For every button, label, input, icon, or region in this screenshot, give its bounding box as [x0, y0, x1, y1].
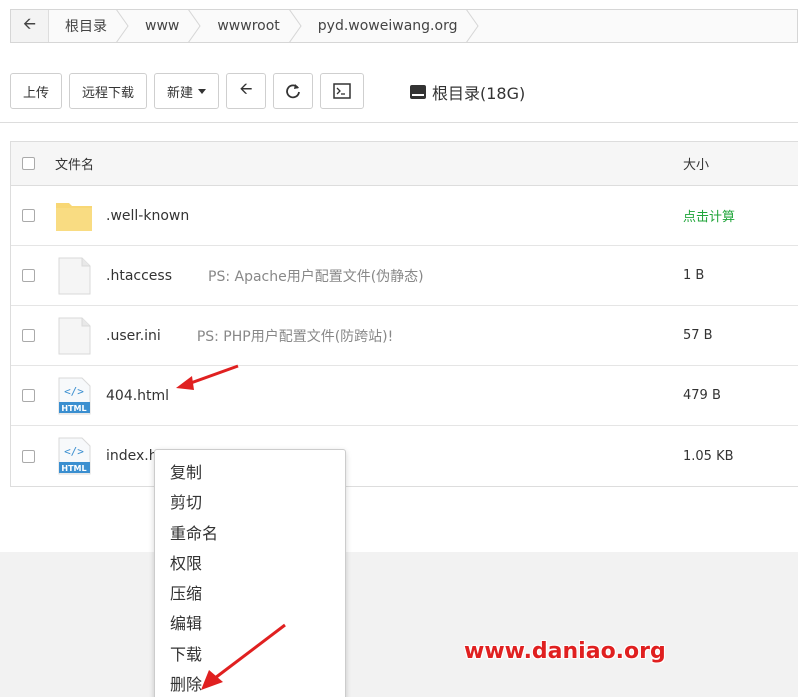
table-row[interactable]: .user.ini PS: PHP用户配置文件(防跨站)! 57 B — [11, 306, 798, 366]
file-size: 479 B — [683, 388, 721, 403]
menu-item-download[interactable]: 下载 — [155, 640, 345, 670]
menu-item-compress[interactable]: 压缩 — [155, 579, 345, 609]
row-checkbox[interactable] — [22, 269, 35, 282]
file-table: 文件名 大小 .well-known 点击计算 .htaccess PS: Ap… — [10, 141, 798, 487]
file-name[interactable]: .user.ini — [106, 328, 161, 344]
svg-text:HTML: HTML — [61, 404, 86, 413]
menu-item-delete[interactable]: 删除 — [155, 670, 345, 697]
file-note: PS: PHP用户配置文件(防跨站)! — [196, 328, 394, 345]
disk-info: 根目录(18G) — [410, 80, 525, 104]
file-toolbar: 上传 远程下载 新建 🡨 — [10, 73, 371, 109]
menu-item-copy[interactable]: 复制 — [155, 458, 345, 488]
file-size: 1 B — [683, 268, 705, 283]
file-size: 1.05 KB — [683, 448, 734, 464]
new-dropdown-button[interactable]: 新建 — [154, 73, 220, 109]
table-row[interactable]: </> HTML index.html 1.05 KB — [11, 426, 798, 486]
breadcrumb-item-wwwroot[interactable]: wwwroot — [201, 10, 302, 42]
watermark: www.daniao.org — [464, 639, 666, 664]
breadcrumb-separator-icon — [288, 10, 302, 42]
file-icon — [58, 257, 91, 294]
menu-item-cut[interactable]: 剪切 — [155, 488, 345, 518]
terminal-icon — [333, 83, 351, 99]
breadcrumb-separator-icon — [466, 10, 480, 42]
file-icon — [58, 317, 91, 354]
breadcrumb-item-site[interactable]: pyd.woweiwang.org — [301, 10, 480, 42]
menu-item-rename[interactable]: 重命名 — [155, 519, 345, 549]
file-size: 57 B — [683, 328, 713, 343]
refresh-button[interactable] — [273, 73, 314, 109]
table-row[interactable]: .htaccess PS: Apache用户配置文件(伪静态) 1 B — [11, 246, 798, 306]
disk-label: 根目录(18G) — [432, 84, 526, 103]
remote-download-button[interactable]: 远程下载 — [69, 73, 148, 109]
page-background — [0, 552, 798, 697]
header-filename: 文件名 — [55, 158, 95, 173]
breadcrumb-label: www — [145, 18, 180, 34]
file-name[interactable]: .well-known — [106, 208, 189, 224]
back-arrow-icon: 🡨 — [239, 78, 253, 98]
context-menu: 复制 剪切 重命名 权限 压缩 编辑 下载 删除 — [154, 449, 346, 697]
breadcrumb-separator-icon — [116, 10, 129, 42]
svg-text:</>: </> — [64, 385, 84, 398]
menu-item-permission[interactable]: 权限 — [155, 549, 345, 579]
svg-text:HTML: HTML — [61, 464, 86, 473]
folder-icon — [56, 202, 92, 231]
row-checkbox[interactable] — [22, 329, 35, 342]
svg-text:</>: </> — [64, 445, 84, 458]
hard-drive-icon — [410, 85, 426, 99]
upload-button[interactable]: 上传 — [10, 73, 63, 109]
breadcrumb: 🡨 根目录 www wwwroot pyd.woweiwang.org — [10, 9, 798, 43]
table-row[interactable]: </> HTML 404.html 479 B — [11, 366, 798, 426]
html-file-icon: </> HTML — [58, 377, 91, 414]
row-checkbox[interactable] — [22, 209, 35, 222]
back-arrow-icon[interactable]: 🡨 — [11, 10, 49, 42]
breadcrumb-label: 根目录 — [65, 19, 107, 35]
table-row[interactable]: .well-known 点击计算 — [11, 186, 798, 246]
breadcrumb-item-root[interactable]: 根目录 — [49, 10, 129, 42]
terminal-button[interactable] — [320, 73, 365, 109]
breadcrumb-separator-icon — [188, 10, 201, 42]
header-size: 大小 — [683, 158, 710, 173]
breadcrumb-label: pyd.woweiwang.org — [317, 18, 458, 34]
caret-down-icon — [198, 88, 207, 94]
row-checkbox[interactable] — [22, 449, 35, 463]
calculate-size-link[interactable]: 点击计算 — [683, 206, 798, 225]
row-checkbox[interactable] — [22, 389, 35, 402]
go-back-button[interactable]: 🡨 — [226, 73, 267, 109]
file-name[interactable]: .htaccess — [106, 268, 172, 284]
html-file-icon: </> HTML — [58, 437, 91, 475]
table-header: 文件名 大小 — [11, 142, 798, 186]
breadcrumb-label: wwwroot — [217, 18, 280, 34]
divider — [0, 122, 798, 123]
new-label: 新建 — [167, 85, 194, 101]
refresh-icon — [286, 84, 300, 99]
file-name[interactable]: 404.html — [106, 388, 169, 404]
breadcrumb-item-www[interactable]: www — [129, 10, 202, 42]
select-all-checkbox[interactable] — [22, 157, 35, 170]
file-note: PS: Apache用户配置文件(伪静态) — [208, 268, 424, 285]
menu-item-edit[interactable]: 编辑 — [155, 609, 345, 639]
